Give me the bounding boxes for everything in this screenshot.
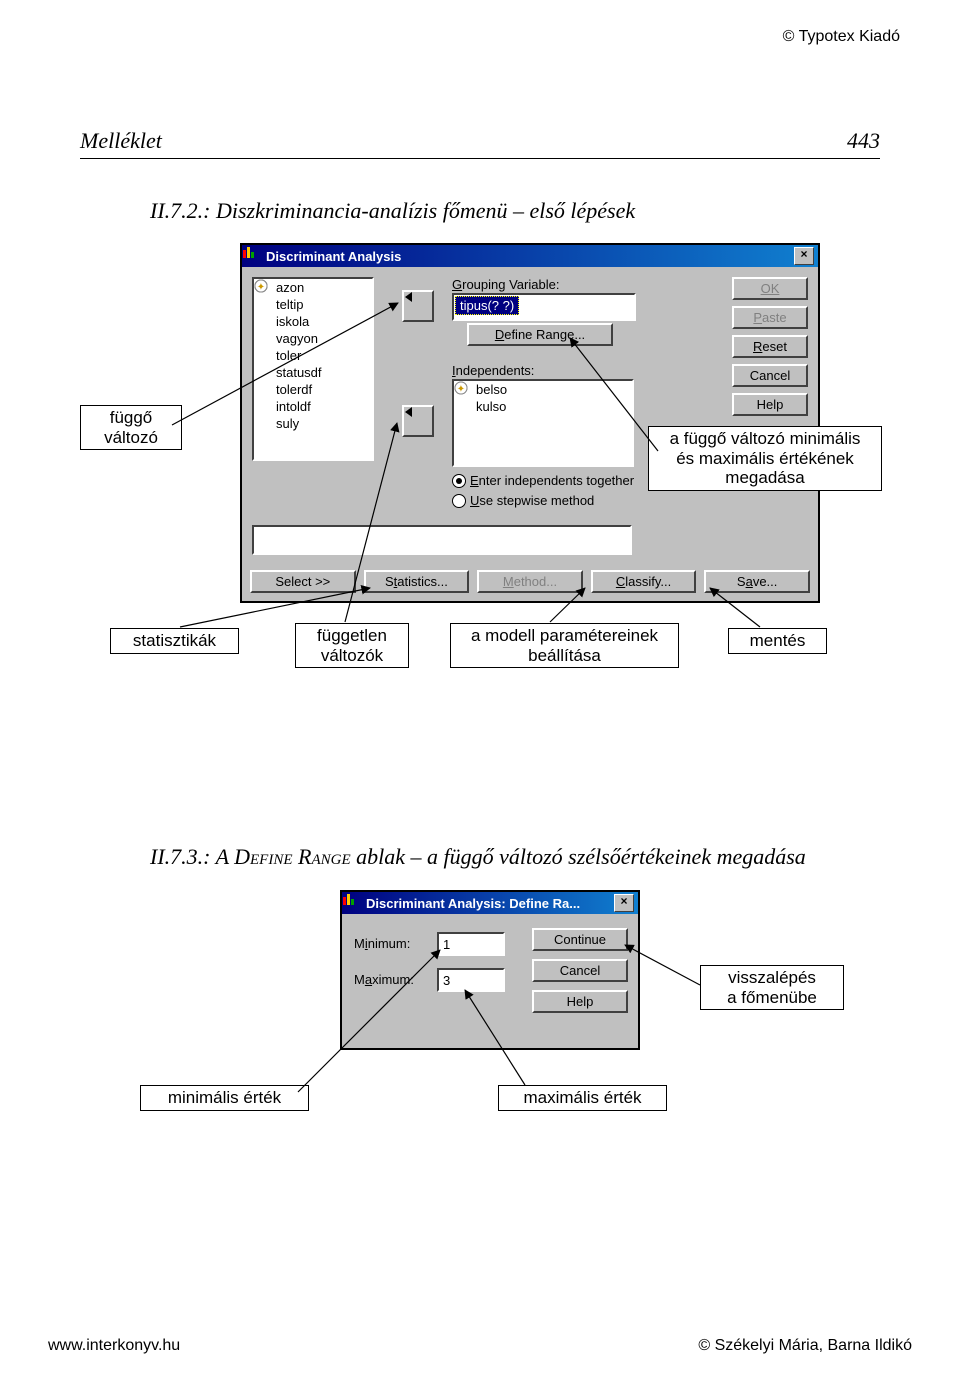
publisher-text: © Typotex Kiadó [783,28,900,46]
figure2-arrows [80,890,880,1170]
footer-url: www.interkonyv.hu [48,1337,180,1355]
page: © Typotex Kiadó Melléklet 443 II.7.2.: D… [0,0,960,1383]
header-page-number: 443 [847,128,880,154]
figure2: Discriminant Analysis: Define Ra... × Mi… [80,890,880,1170]
header-title: Melléklet [80,128,162,154]
figure2-caption: II.7.3.: A Define Range ablak – a függő … [150,844,880,870]
figure1-arrows [80,243,880,703]
figure1: Discriminant Analysis × ✦azon ✦teltip ✦i… [80,243,880,703]
figure1-caption: II.7.2.: Diszkriminancia-analízis főmenü… [150,198,880,224]
header-rule [80,158,880,159]
footer-authors: © Székelyi Mária, Barna Ildikó [698,1337,912,1355]
